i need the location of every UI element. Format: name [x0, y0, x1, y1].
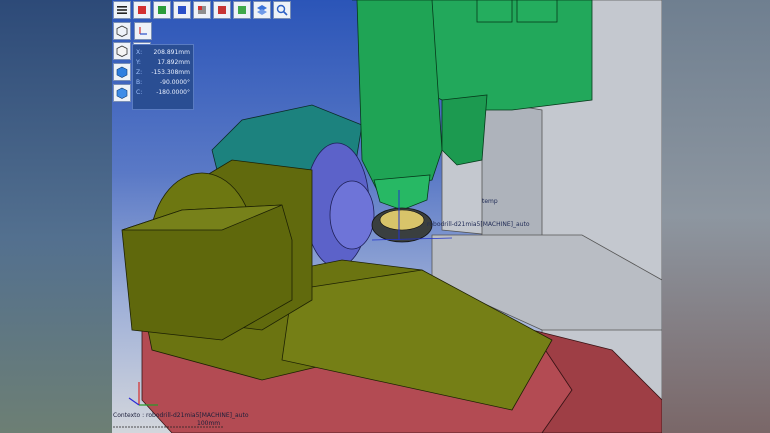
view-green-cube-icon[interactable]: [153, 1, 171, 19]
spindle-nose: [373, 174, 431, 211]
view-red-cube-icon[interactable]: [133, 1, 151, 19]
main-toolbar: [113, 1, 291, 19]
context-status: Contexto : robodrill-d21mia5[MACHINE]_au…: [113, 412, 249, 419]
spindle-top-block-1: [476, 0, 513, 23]
readout-y-value: 17.892mm: [157, 59, 190, 66]
side-tools-row-1: [113, 22, 152, 40]
solid-cube-icon[interactable]: [113, 84, 131, 102]
readout-b-label: B:: [136, 79, 143, 86]
shaded-cube-icon[interactable]: [113, 63, 131, 81]
readout-c-label: C:: [136, 89, 143, 96]
view-blue-cube-icon[interactable]: [173, 1, 191, 19]
zoom-icon[interactable]: [273, 1, 291, 19]
menu-icon[interactable]: [113, 1, 131, 19]
coordinate-readout-panel: X: 208.891mm Y: 17.892mm Z: -153.308mm B: -9…: [132, 44, 194, 110]
rotary-plate-hub: [329, 180, 375, 250]
view-layers-icon[interactable]: [253, 1, 271, 19]
side-tools-col: [113, 42, 131, 102]
cad-3d-viewport[interactable]: X: 208.891mm Y: 17.892mm Z: -153.308mm B: -9…: [112, 0, 662, 433]
blurred-background-right: [662, 0, 770, 433]
spindle-body: [356, 0, 443, 191]
scale-label: 100mm: [197, 420, 221, 427]
view-cube-red-icon[interactable]: [193, 1, 211, 19]
machine-scene: [121, 0, 662, 433]
readout-x-row: X: 208.891mm: [136, 48, 190, 58]
view-cube-green-icon[interactable]: [233, 1, 251, 19]
readout-y-row: Y: 17.892mm: [136, 58, 190, 68]
triad-y-axis: [128, 397, 140, 406]
readout-b-value: -90.0000°: [160, 79, 190, 86]
readout-x-label: X:: [136, 49, 143, 56]
view-cube-red-2-icon[interactable]: [213, 1, 231, 19]
outline-cube-icon[interactable]: [113, 42, 131, 60]
tool-label: robodrill-d21mia5[MACHINE]_auto: [427, 221, 530, 228]
spindle-top-block-2: [516, 0, 558, 23]
readout-b-row: B: -90.0000°: [136, 78, 190, 88]
workpiece-top: [379, 209, 425, 231]
wireframe-cube-icon[interactable]: [113, 22, 131, 40]
axes-xz-icon[interactable]: [134, 22, 152, 40]
readout-z-row: Z: -153.308mm: [136, 68, 190, 78]
readout-z-value: -153.308mm: [151, 69, 190, 76]
readout-c-value: -180.0000°: [156, 89, 190, 96]
spindle-arm: [441, 94, 488, 166]
frame-label-temp: temp: [482, 198, 498, 205]
readout-c-row: C: -180.0000°: [136, 88, 190, 98]
blurred-background-left: [0, 0, 112, 433]
readout-x-value: 208.891mm: [153, 49, 190, 56]
readout-z-label: Z:: [136, 69, 143, 76]
readout-y-label: Y:: [136, 59, 141, 66]
